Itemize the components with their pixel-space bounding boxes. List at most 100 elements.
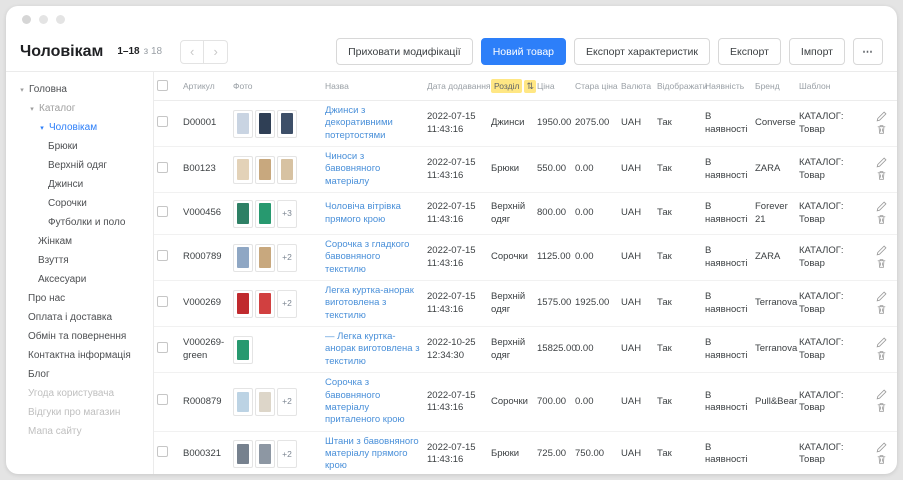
- row-checkbox[interactable]: [157, 296, 168, 307]
- product-photo: [255, 440, 275, 468]
- pagination-next-button[interactable]: ›: [204, 40, 228, 64]
- product-currency: UAH: [621, 297, 641, 308]
- sidebar-item[interactable]: Аксесуари: [6, 270, 153, 289]
- row-checkbox[interactable]: [157, 206, 168, 217]
- delete-icon[interactable]: [876, 258, 887, 269]
- row-checkbox[interactable]: [157, 250, 168, 261]
- product-price: 725.00: [537, 448, 566, 459]
- table-row[interactable]: D00001 Джинси з декоративними потертостя…: [154, 101, 897, 147]
- product-name-link[interactable]: Чоловіча вітрівка прямого крою: [325, 201, 421, 226]
- hide-modifications-button[interactable]: Приховати модифікації: [336, 38, 473, 65]
- edit-icon[interactable]: [876, 442, 887, 453]
- window-minimize-button[interactable]: [39, 15, 48, 24]
- sidebar-item[interactable]: Брюки: [6, 137, 153, 156]
- row-checkbox[interactable]: [157, 342, 168, 353]
- sidebar-item[interactable]: Угода користувача: [6, 384, 153, 403]
- sidebar-item[interactable]: Контактна інформація: [6, 346, 153, 365]
- sidebar-item[interactable]: Джинси: [6, 175, 153, 194]
- chevron-down-icon: ▾: [28, 105, 36, 113]
- export-characteristics-button[interactable]: Експорт характеристик: [574, 38, 710, 65]
- product-stock: В наявності: [705, 337, 747, 360]
- product-stock: В наявності: [705, 245, 747, 268]
- sidebar-item[interactable]: Відгуки про магазин: [6, 403, 153, 422]
- column-header-price[interactable]: Ціна: [534, 72, 572, 101]
- sidebar-item[interactable]: ▾ Чоловікам: [6, 118, 153, 137]
- sidebar-item[interactable]: Про нас: [6, 289, 153, 308]
- column-header-template[interactable]: Шаблон: [796, 72, 846, 101]
- delete-icon[interactable]: [876, 454, 887, 465]
- products-table: Артикул Фото Назва Дата додавання Розділ…: [154, 72, 897, 474]
- column-header-display[interactable]: Відображати: [654, 72, 702, 101]
- product-name-link[interactable]: — Легка куртка-анорак виготовлена з текс…: [325, 331, 421, 368]
- delete-icon[interactable]: [876, 124, 887, 135]
- sidebar-item[interactable]: Обмін та повернення: [6, 327, 153, 346]
- product-date: 2022-07-15: [427, 442, 485, 454]
- select-all-checkbox[interactable]: [157, 80, 168, 91]
- photo-count-badge: +2: [277, 290, 297, 318]
- sidebar-item[interactable]: Оплата і доставка: [6, 308, 153, 327]
- import-button[interactable]: Імпорт: [789, 38, 845, 65]
- column-header-currency[interactable]: Валюта: [618, 72, 654, 101]
- column-header-date[interactable]: Дата додавання: [424, 72, 488, 101]
- photo-count-badge: +3: [277, 200, 297, 228]
- delete-icon[interactable]: [876, 350, 887, 361]
- sidebar-item[interactable]: Верхній одяг: [6, 156, 153, 175]
- row-checkbox[interactable]: [157, 394, 168, 405]
- row-checkbox[interactable]: [157, 116, 168, 127]
- new-product-button[interactable]: Новий товар: [481, 38, 566, 65]
- edit-icon[interactable]: [876, 157, 887, 168]
- delete-icon[interactable]: [876, 402, 887, 413]
- sidebar-item[interactable]: Мапа сайту: [6, 422, 153, 441]
- table-row[interactable]: B000321 +2 Штани з бавовняного матеріалу…: [154, 431, 897, 474]
- sidebar-item[interactable]: Сорочки: [6, 194, 153, 213]
- row-checkbox[interactable]: [157, 162, 168, 173]
- chevron-right-icon: ›: [213, 44, 217, 59]
- table-row[interactable]: R000879 +2 Сорочка з бавовняного матеріа…: [154, 373, 897, 431]
- delete-icon-glyph: [876, 304, 887, 315]
- delete-icon[interactable]: [876, 304, 887, 315]
- product-section: Верхній одяг: [491, 337, 525, 360]
- delete-icon[interactable]: [876, 170, 887, 181]
- table-row[interactable]: V000456 +3 Чоловіча вітрівка прямого кро…: [154, 193, 897, 235]
- sort-icon[interactable]: ⇅: [524, 80, 536, 93]
- product-name-link[interactable]: Сорочка з гладкого бавовняного текстилю: [325, 239, 421, 276]
- window-close-button[interactable]: [22, 15, 31, 24]
- edit-icon[interactable]: [876, 111, 887, 122]
- export-button[interactable]: Експорт: [718, 38, 781, 65]
- sidebar-item[interactable]: Блог: [6, 365, 153, 384]
- edit-icon[interactable]: [876, 389, 887, 400]
- product-name-link[interactable]: Легка куртка-анорак виготовлена з тексти…: [325, 285, 421, 322]
- more-actions-button[interactable]: ⋯: [853, 38, 883, 65]
- edit-icon[interactable]: [876, 245, 887, 256]
- table-row[interactable]: V000269 +2 Легка куртка-анорак виготовле…: [154, 281, 897, 327]
- edit-icon[interactable]: [876, 337, 887, 348]
- sidebar-item[interactable]: Футболки и поло: [6, 213, 153, 232]
- column-header-section[interactable]: Розділ ⇅: [488, 72, 534, 101]
- column-header-stock[interactable]: Наявність: [702, 72, 752, 101]
- table-row[interactable]: R000789 +2 Сорочка з гладкого бавовняног…: [154, 235, 897, 281]
- sidebar-item[interactable]: Взуття: [6, 251, 153, 270]
- edit-icon[interactable]: [876, 201, 887, 212]
- window-maximize-button[interactable]: [56, 15, 65, 24]
- product-photo: [255, 110, 275, 138]
- product-name-link[interactable]: Чиноси з бавовняного матеріалу: [325, 151, 421, 188]
- product-name-link[interactable]: Штани з бавовняного матеріалу прямого кр…: [325, 436, 421, 473]
- pagination-prev-button[interactable]: ‹: [180, 40, 204, 64]
- sidebar-item[interactable]: ▾ Головна: [6, 80, 153, 99]
- delete-icon[interactable]: [876, 214, 887, 225]
- table-row[interactable]: B00123 Чиноси з бавовняного матеріалу 20…: [154, 147, 897, 193]
- column-header-name[interactable]: Назва: [322, 72, 424, 101]
- product-name-link[interactable]: Джинси з декоративними потертостями: [325, 105, 421, 142]
- column-header-sku[interactable]: Артикул: [180, 72, 230, 101]
- product-template: КАТАЛОГ: Товар: [799, 291, 844, 314]
- delete-icon-glyph: [876, 350, 887, 361]
- column-header-old-price[interactable]: Стара ціна: [572, 72, 618, 101]
- table-row[interactable]: V000269-green — Легка куртка-анорак виго…: [154, 327, 897, 373]
- product-name-link[interactable]: Сорочка з бавовняного матеріалу притален…: [325, 377, 421, 426]
- column-header-photo[interactable]: Фото: [230, 72, 322, 101]
- sidebar-item[interactable]: Жінкам: [6, 232, 153, 251]
- row-checkbox[interactable]: [157, 446, 168, 457]
- edit-icon[interactable]: [876, 291, 887, 302]
- sidebar-item[interactable]: ▾ Каталог: [6, 99, 153, 118]
- column-header-brand[interactable]: Бренд: [752, 72, 796, 101]
